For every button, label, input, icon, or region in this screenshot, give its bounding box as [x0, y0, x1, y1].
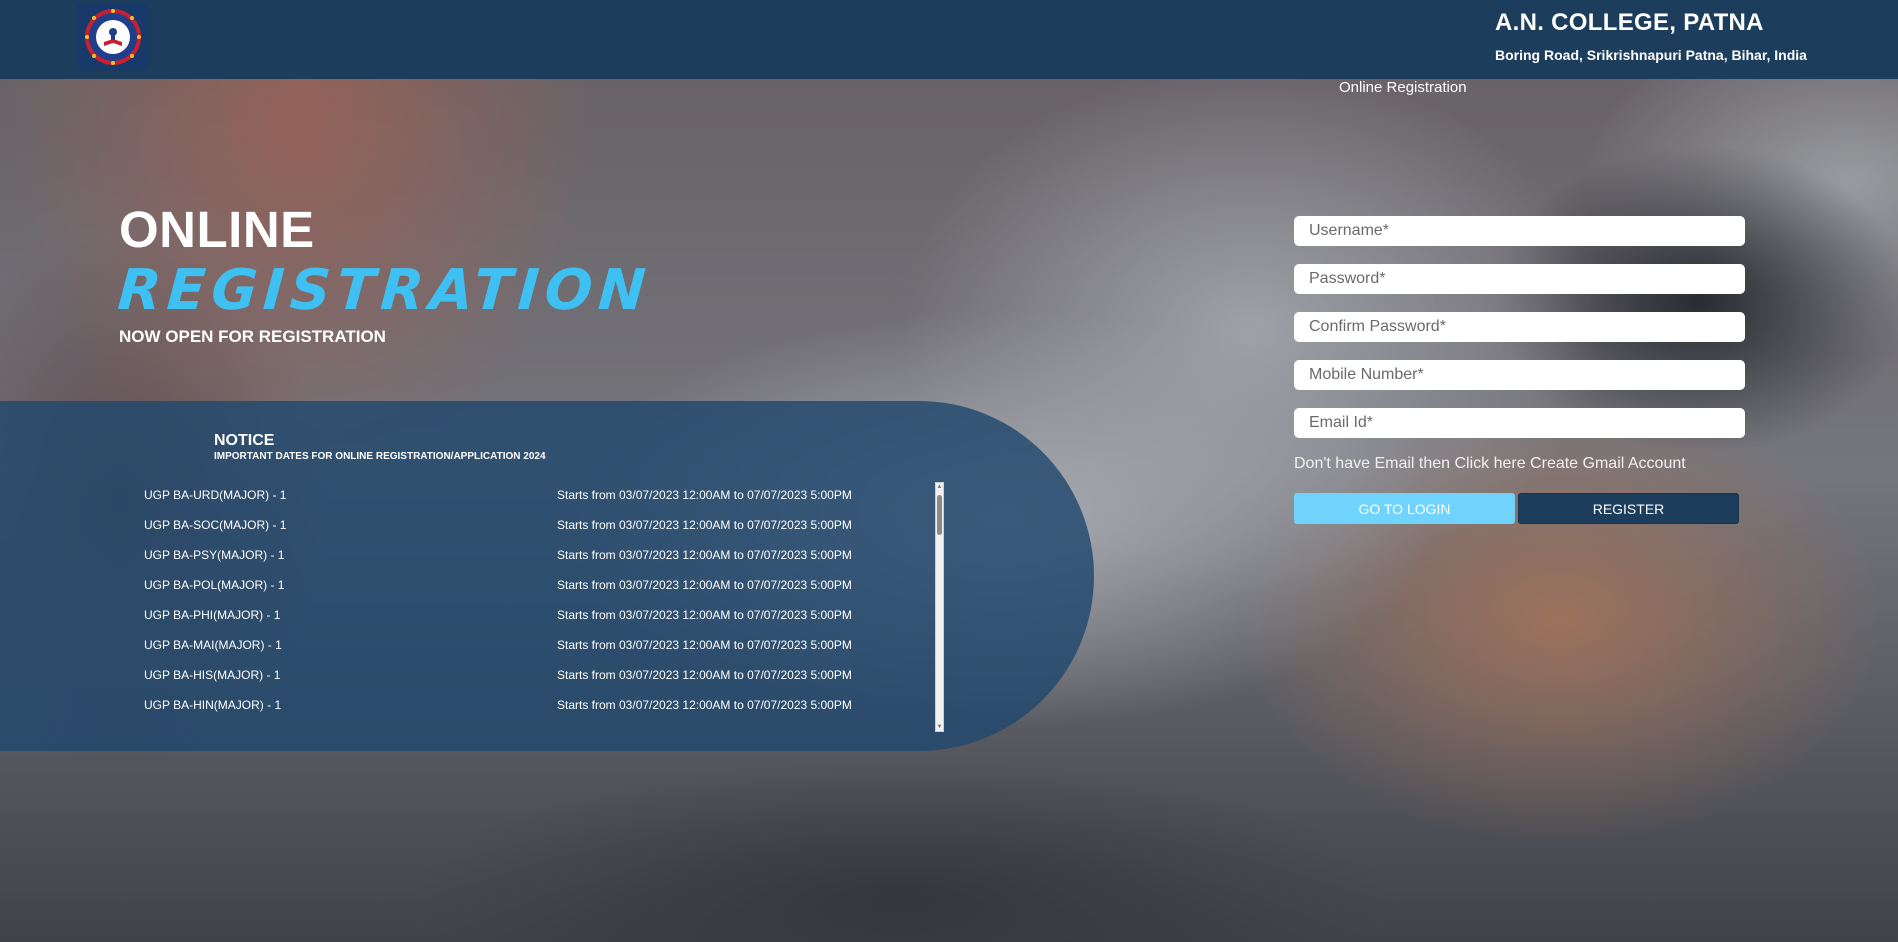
- notice-course: UGP BA-URD(MAJOR) - 1: [144, 488, 287, 502]
- scroll-up-arrow-icon[interactable]: ▲: [936, 483, 943, 491]
- create-gmail-link[interactable]: Don't have Email then Click here Create …: [1294, 455, 1686, 473]
- notice-course: UGP BA-HIS(MAJOR) - 1: [144, 668, 281, 682]
- notice-course: UGP BA-HIN(MAJOR) - 1: [144, 698, 282, 712]
- notice-row: UGP BA-PSY(MAJOR) - 1 Starts from 03/07/…: [140, 541, 945, 571]
- notice-dates: Starts from 03/07/2023 12:00AM to 07/07/…: [557, 548, 852, 562]
- college-emblem-icon: [84, 9, 141, 65]
- notice-row: UGP BA-HIN(MAJOR) - 1 Starts from 03/07/…: [140, 691, 945, 721]
- notice-course: UGP BA-PSY(MAJOR) - 1: [144, 548, 285, 562]
- page-subtitle: Online Registration: [1339, 79, 1467, 96]
- notice-dates: Starts from 03/07/2023 12:00AM to 07/07/…: [557, 698, 852, 712]
- notice-dates: Starts from 03/07/2023 12:00AM to 07/07/…: [557, 638, 852, 652]
- college-name: A.N. COLLEGE, PATNA: [1495, 9, 1764, 36]
- notice-list[interactable]: UGP BA-URD(MAJOR) - 1 Starts from 03/07/…: [140, 481, 945, 733]
- notice-row: UGP BA-POL(MAJOR) - 1 Starts from 03/07/…: [140, 571, 945, 601]
- site-header: A.N. COLLEGE, PATNA Boring Road, Srikris…: [0, 0, 1898, 79]
- notice-course: UGP BA-SOC(MAJOR) - 1: [144, 518, 287, 532]
- notice-row: UGP BA-SOC(MAJOR) - 1 Starts from 03/07/…: [140, 511, 945, 541]
- username-input[interactable]: [1294, 216, 1745, 246]
- email-input[interactable]: [1294, 408, 1745, 438]
- hero-title-registration: REGISTRATION: [115, 258, 654, 323]
- registration-form: [1294, 216, 1745, 456]
- notice-title: NOTICE: [214, 432, 275, 449]
- register-button[interactable]: REGISTER: [1518, 493, 1739, 524]
- hero-title-online: ONLINE: [119, 201, 315, 258]
- notice-dates: Starts from 03/07/2023 12:00AM to 07/07/…: [557, 608, 852, 622]
- mobile-number-input[interactable]: [1294, 360, 1745, 390]
- notice-dates: Starts from 03/07/2023 12:00AM to 07/07/…: [557, 668, 852, 682]
- password-input[interactable]: [1294, 264, 1745, 294]
- notice-row: UGP BA-HIS(MAJOR) - 1 Starts from 03/07/…: [140, 661, 945, 691]
- notice-row: UGP BA-PHI(MAJOR) - 1 Starts from 03/07/…: [140, 601, 945, 631]
- notice-row: UGP BA-MAI(MAJOR) - 1 Starts from 03/07/…: [140, 631, 945, 661]
- scroll-down-arrow-icon[interactable]: ▼: [936, 723, 943, 731]
- notice-dates: Starts from 03/07/2023 12:00AM to 07/07/…: [557, 578, 852, 592]
- notice-dates: Starts from 03/07/2023 12:00AM to 07/07/…: [557, 488, 852, 502]
- notice-row: UGP BA-URD(MAJOR) - 1 Starts from 03/07/…: [140, 481, 945, 511]
- notice-course: UGP BA-MAI(MAJOR) - 1: [144, 638, 282, 652]
- notice-scrollbar[interactable]: ▲ ▼: [935, 482, 944, 732]
- notice-dates: Starts from 03/07/2023 12:00AM to 07/07/…: [557, 518, 852, 532]
- scroll-thumb[interactable]: [937, 495, 942, 535]
- notice-course: UGP BA-POL(MAJOR) - 1: [144, 578, 285, 592]
- hero-tagline: NOW OPEN FOR REGISTRATION: [119, 327, 386, 346]
- notice-panel: NOTICE IMPORTANT DATES FOR ONLINE REGIST…: [0, 401, 1094, 751]
- go-to-login-button[interactable]: GO TO LOGIN: [1294, 493, 1515, 524]
- confirm-password-input[interactable]: [1294, 312, 1745, 342]
- notice-course: UGP BA-PHI(MAJOR) - 1: [144, 608, 281, 622]
- college-logo[interactable]: [77, 4, 148, 70]
- notice-subtitle: IMPORTANT DATES FOR ONLINE REGISTRATION/…: [214, 451, 546, 462]
- college-address: Boring Road, Srikrishnapuri Patna, Bihar…: [1495, 47, 1807, 63]
